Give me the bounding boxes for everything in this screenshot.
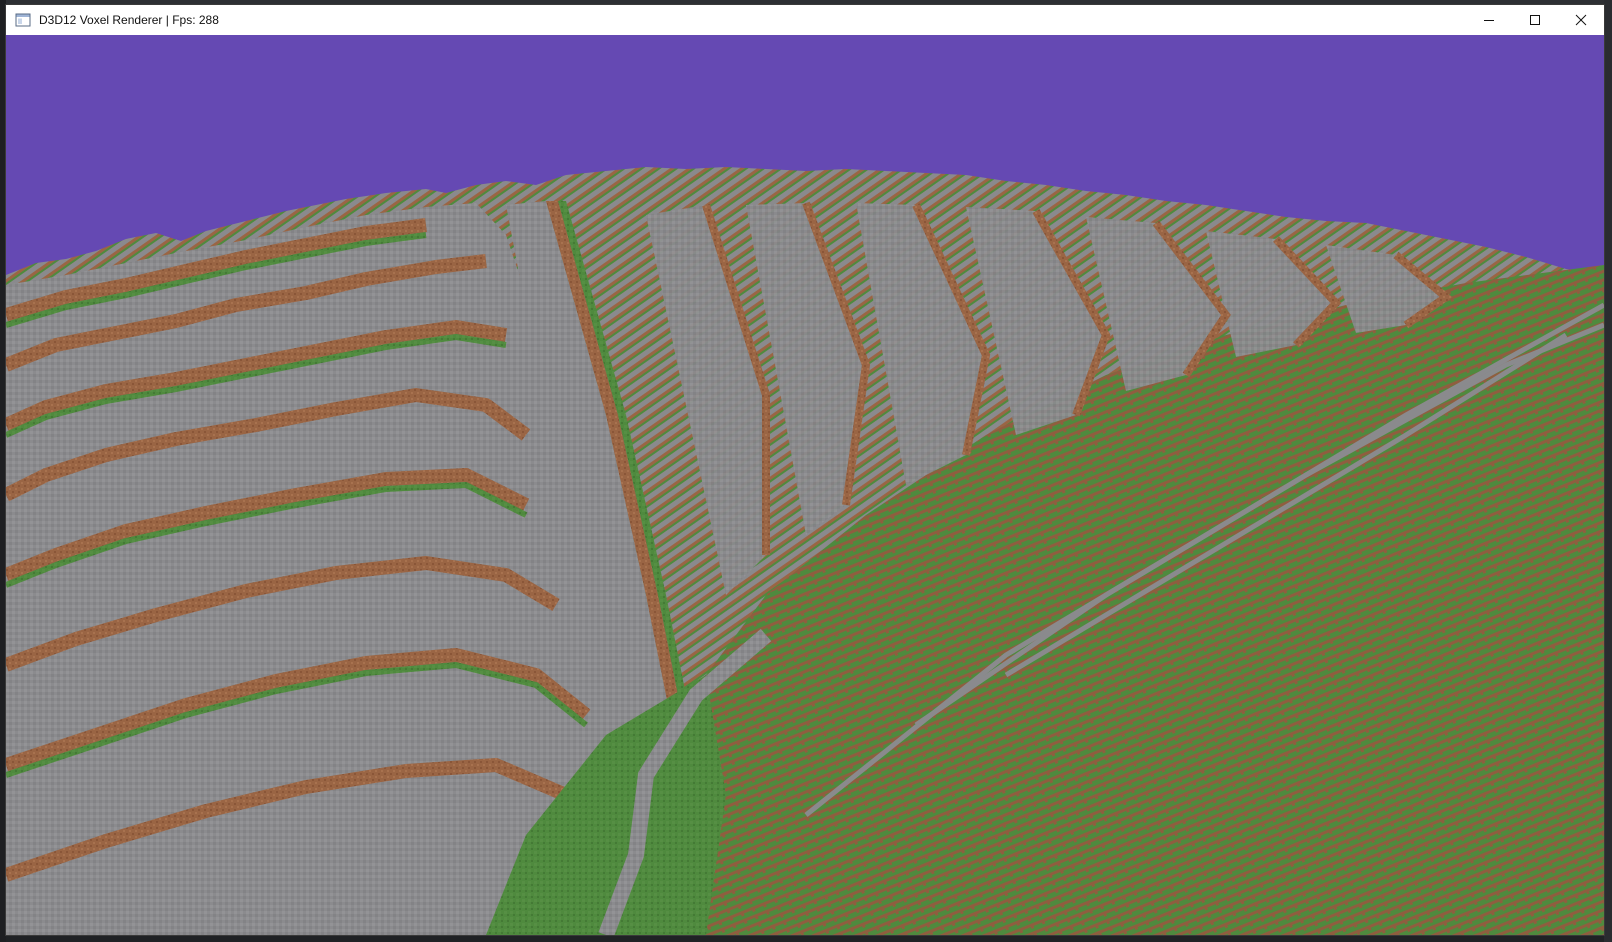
render-viewport[interactable] [6,35,1604,935]
maximize-icon [1530,15,1540,25]
renderer-window[interactable]: D3D12 Voxel Renderer | Fps: 288 [6,5,1604,935]
title-bar[interactable]: D3D12 Voxel Renderer | Fps: 288 [6,5,1604,35]
voxel-terrain-scene [6,35,1604,935]
close-button[interactable] [1558,5,1604,35]
app-window-icon[interactable] [15,12,31,28]
close-icon [1575,14,1587,26]
caption-buttons [1466,5,1604,35]
minimize-icon [1484,20,1494,21]
maximize-button[interactable] [1512,5,1558,35]
window-title: D3D12 Voxel Renderer | Fps: 288 [39,13,219,27]
desktop-right-edge [1604,0,1612,942]
minimize-button[interactable] [1466,5,1512,35]
